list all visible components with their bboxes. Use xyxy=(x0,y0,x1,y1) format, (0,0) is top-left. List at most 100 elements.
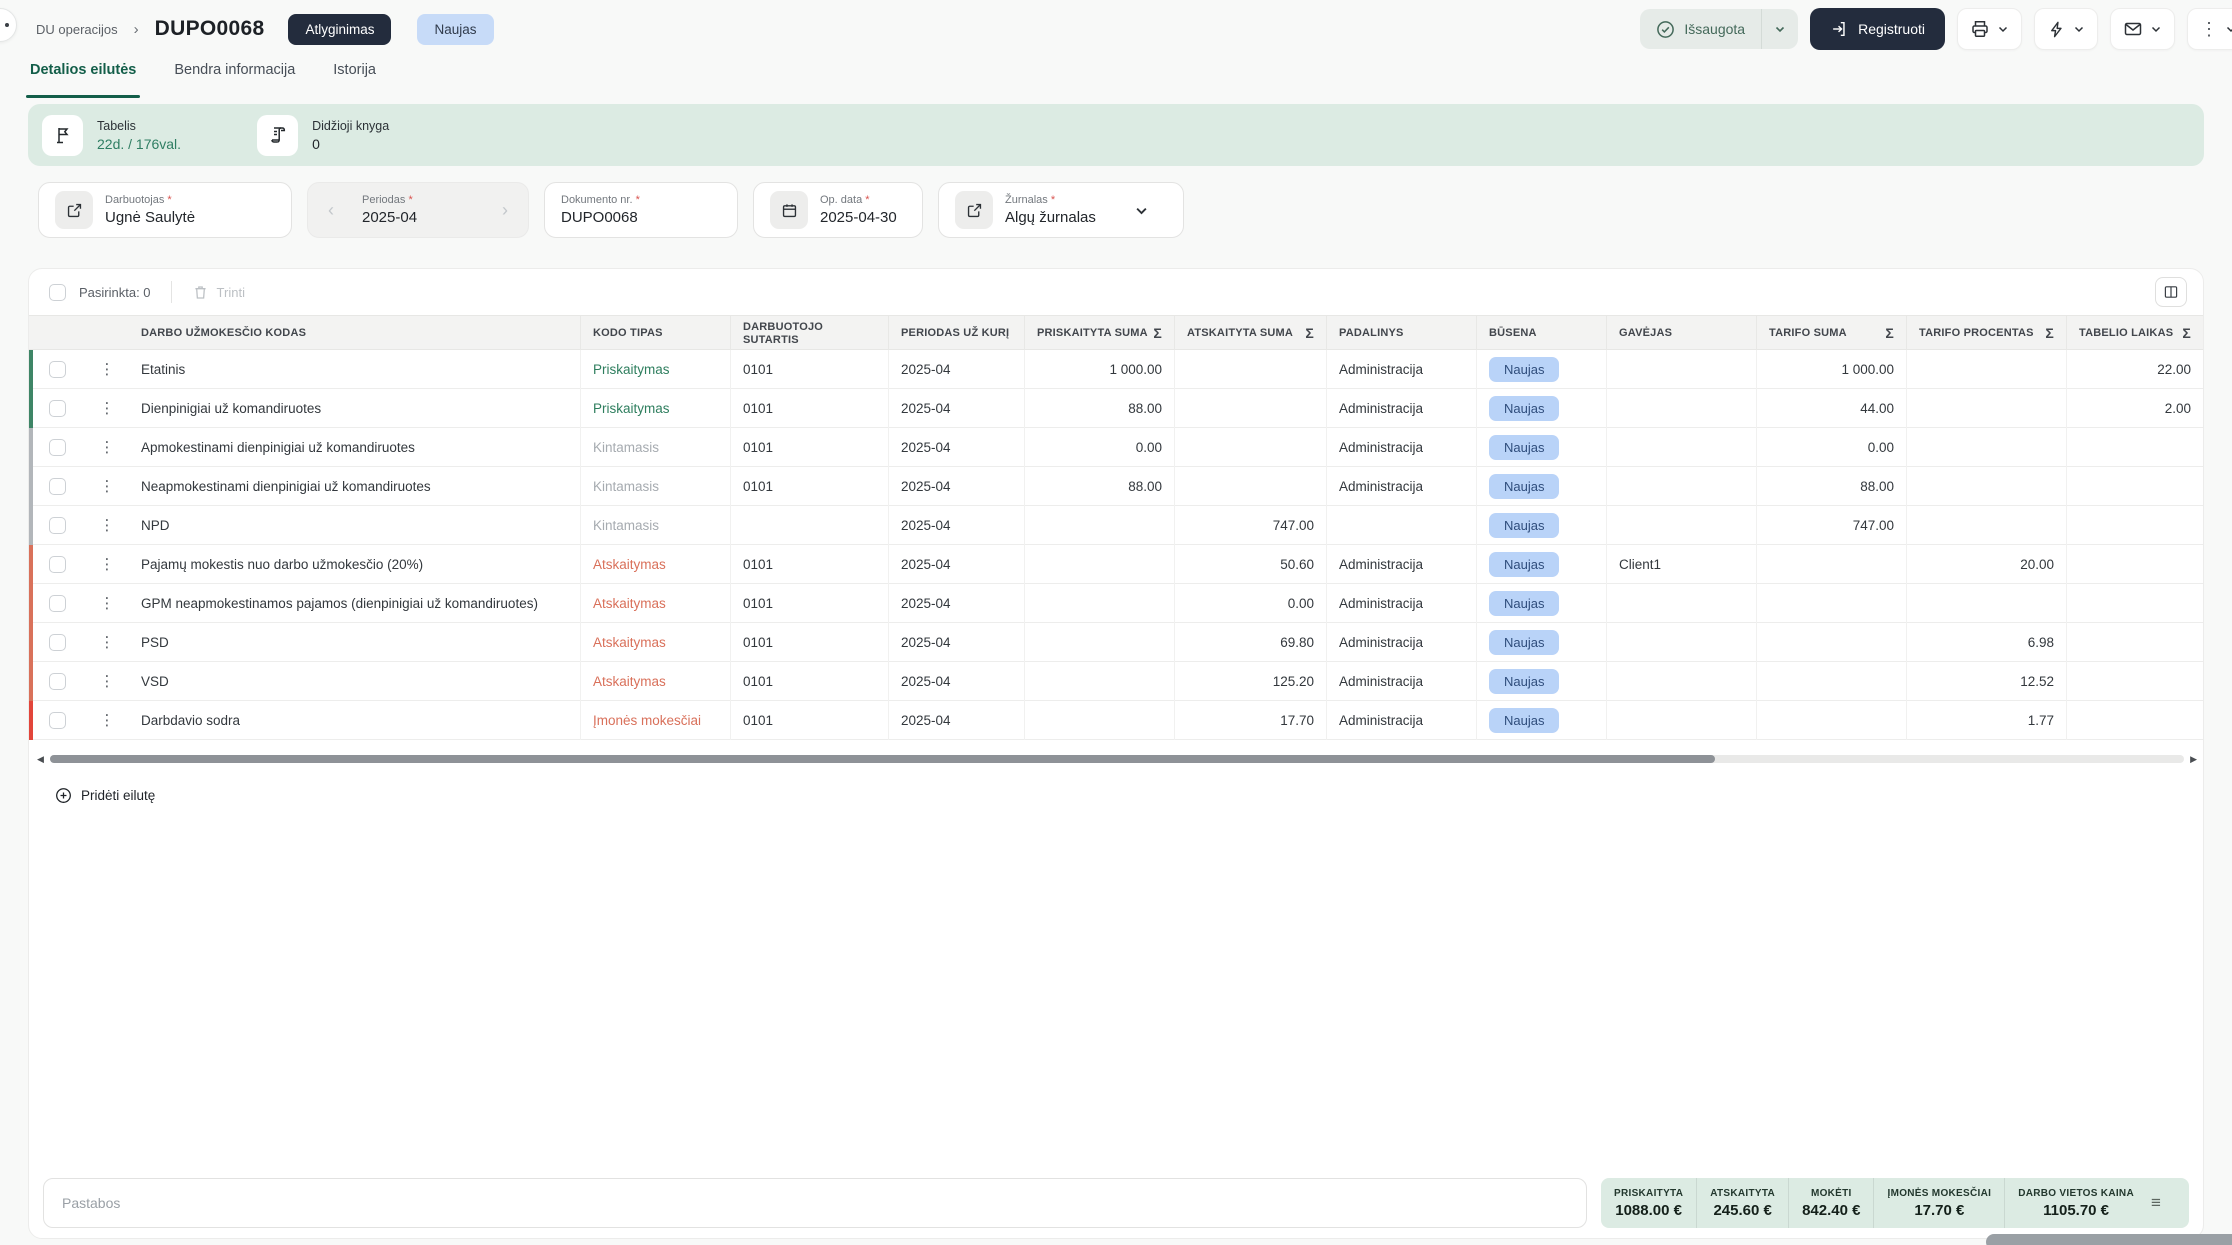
tab-detalios-eilutes[interactable]: Detalios eilutės xyxy=(30,62,136,98)
row-checkbox[interactable] xyxy=(49,439,66,456)
row-checkbox[interactable] xyxy=(49,400,66,417)
header-darbo-uzmokescio-kodas[interactable]: DARBO UŽMOKESČIO KODAS xyxy=(129,316,581,351)
notes-input[interactable] xyxy=(43,1178,1587,1228)
table-row[interactable]: ⋮ Dienpinigiai už komandiruotes Priskait… xyxy=(29,389,2203,428)
cell-code-name[interactable]: Pajamų mokestis nuo darbo užmokesčio (20… xyxy=(129,545,581,584)
saved-chevron-button[interactable] xyxy=(1762,23,1798,35)
row-checkbox[interactable] xyxy=(49,361,66,378)
external-link-icon[interactable] xyxy=(955,191,993,229)
cell-code-name[interactable]: Neapmokestinami dienpinigiai už komandir… xyxy=(129,467,581,506)
row-menu-kebab-icon[interactable]: ⋮ xyxy=(100,401,115,416)
sum-icon[interactable]: Σ xyxy=(1885,325,1894,341)
row-checkbox[interactable] xyxy=(49,517,66,534)
header-periodas-uz-kuri[interactable]: PERIODAS UŽ KURĮ xyxy=(889,316,1025,351)
scrollbar-track[interactable] xyxy=(50,755,2184,763)
row-checkbox[interactable] xyxy=(49,595,66,612)
row-checkbox[interactable] xyxy=(49,478,66,495)
row-menu-kebab-icon[interactable]: ⋮ xyxy=(100,518,115,533)
saved-split-button[interactable]: Išsaugota xyxy=(1640,9,1798,49)
scroll-left-icon[interactable]: ◀ xyxy=(37,755,44,764)
field-value[interactable]: Ugnė Saulytė xyxy=(105,209,195,226)
row-menu-kebab-icon[interactable]: ⋮ xyxy=(100,440,115,455)
totals-menu-icon[interactable]: ≡ xyxy=(2147,1178,2171,1228)
row-menu-kebab-icon[interactable]: ⋮ xyxy=(100,557,115,572)
row-menu-kebab-icon[interactable]: ⋮ xyxy=(100,596,115,611)
header-atskaityta-suma[interactable]: ATSKAITYTA SUMAΣ xyxy=(1175,316,1327,351)
row-menu-kebab-icon[interactable]: ⋮ xyxy=(100,713,115,728)
header-busena[interactable]: BŪSENA xyxy=(1477,316,1607,351)
field-value[interactable]: 2025-04 xyxy=(362,209,486,226)
add-row-button[interactable]: Pridėti eilutę xyxy=(55,787,155,804)
calendar-icon[interactable] xyxy=(770,191,808,229)
field-darbuotojas[interactable]: Darbuotojas * Ugnė Saulytė xyxy=(38,182,292,238)
cell-code-name[interactable]: Dienpinigiai už komandiruotes xyxy=(129,389,581,428)
summary-card-tabelis[interactable]: Tabelis 22d. / 176val. xyxy=(42,115,181,156)
cell-code-name[interactable]: Darbdavio sodra xyxy=(129,701,581,740)
summary-card-value: 0 xyxy=(312,136,389,152)
header-tarifo-suma[interactable]: TARIFO SUMAΣ xyxy=(1757,316,1907,351)
tab-bendra-informacija[interactable]: Bendra informacija xyxy=(174,62,295,98)
header-padalinys[interactable]: PADALINYS xyxy=(1327,316,1477,351)
sum-icon[interactable]: Σ xyxy=(2045,325,2054,341)
table-row[interactable]: ⋮ Etatinis Priskaitymas 0101 2025-04 1 0… xyxy=(29,350,2203,389)
table-row[interactable]: ⋮ Darbdavio sodra Įmonės mokesčiai 0101 … xyxy=(29,701,2203,740)
row-checkbox[interactable] xyxy=(49,712,66,729)
external-link-icon[interactable] xyxy=(55,191,93,229)
quick-actions-button[interactable] xyxy=(2034,8,2098,50)
breadcrumb[interactable]: DU operacijos xyxy=(36,22,118,37)
scrollbar-thumb[interactable] xyxy=(50,755,1715,763)
header-priskaityta-suma[interactable]: PRISKAITYTA SUMAΣ xyxy=(1025,316,1175,351)
email-button[interactable] xyxy=(2110,8,2175,50)
table-row[interactable]: ⋮ PSD Atskaitymas 0101 2025-04 69.80 Adm… xyxy=(29,623,2203,662)
sum-icon[interactable]: Σ xyxy=(2182,325,2191,341)
select-all-checkbox[interactable] xyxy=(49,284,66,301)
journal-dropdown-chevron[interactable] xyxy=(1134,203,1149,218)
horizontal-scrollbar[interactable]: ◀ ▶ xyxy=(37,753,2197,765)
table-row[interactable]: ⋮ Neapmokestinami dienpinigiai už komand… xyxy=(29,467,2203,506)
table-row[interactable]: ⋮ NPD Kintamasis 2025-04 747.00 Naujas 7… xyxy=(29,506,2203,545)
period-prev-button[interactable]: ‹ xyxy=(324,200,338,221)
header-darbuotojo-sutartis[interactable]: DARBUOTOJO SUTARTIS xyxy=(731,316,889,351)
period-next-button[interactable]: › xyxy=(498,200,512,221)
table-row[interactable]: ⋮ Pajamų mokestis nuo darbo užmokesčio (… xyxy=(29,545,2203,584)
row-checkbox[interactable] xyxy=(49,634,66,651)
row-checkbox[interactable] xyxy=(49,673,66,690)
register-button[interactable]: Registruoti xyxy=(1810,8,1945,50)
summary-card-didzioji-knyga[interactable]: Didžioji knyga 0 xyxy=(257,115,389,156)
field-value[interactable]: 2025-04-30 xyxy=(820,209,897,226)
field-dokumento-nr[interactable]: Dokumento nr. * DUPO0068 xyxy=(544,182,738,238)
sum-icon[interactable]: Σ xyxy=(1153,325,1162,341)
row-menu-kebab-icon[interactable]: ⋮ xyxy=(100,362,115,377)
table-row[interactable]: ⋮ VSD Atskaitymas 0101 2025-04 125.20 Ad… xyxy=(29,662,2203,701)
more-actions-button[interactable]: ⋮ xyxy=(2187,8,2232,50)
table-row[interactable]: ⋮ Apmokestinami dienpinigiai už komandir… xyxy=(29,428,2203,467)
row-menu-kebab-icon[interactable]: ⋮ xyxy=(100,635,115,650)
scroll-right-icon[interactable]: ▶ xyxy=(2190,755,2197,764)
cell-code-name[interactable]: Apmokestinami dienpinigiai už komandiruo… xyxy=(129,428,581,467)
cell-code-name[interactable]: Etatinis xyxy=(129,350,581,389)
field-zurnalas[interactable]: Žurnalas * Algų žurnalas xyxy=(938,182,1184,238)
header-kodo-tipas[interactable]: KODO TIPAS xyxy=(581,316,731,351)
delete-button[interactable]: Trinti xyxy=(192,284,245,301)
field-value[interactable]: Algų žurnalas xyxy=(1005,209,1096,226)
header-tarifo-procentas[interactable]: TARIFO PROCENTASΣ xyxy=(1907,316,2067,351)
cell-code-name[interactable]: PSD xyxy=(129,623,581,662)
tab-istorija[interactable]: Istorija xyxy=(333,62,376,98)
summary-card-value[interactable]: 22d. / 176val. xyxy=(97,136,181,152)
cell-department: Administracija xyxy=(1327,389,1477,428)
sum-icon[interactable]: Σ xyxy=(1305,325,1314,341)
field-periodas[interactable]: ‹ Periodas * 2025-04 › xyxy=(307,182,529,238)
print-button[interactable] xyxy=(1957,8,2022,50)
header-gavejas[interactable]: GAVĖJAS xyxy=(1607,316,1757,351)
field-op-data[interactable]: Op. data * 2025-04-30 xyxy=(753,182,923,238)
column-settings-button[interactable] xyxy=(2155,277,2187,307)
row-checkbox[interactable] xyxy=(49,556,66,573)
row-menu-kebab-icon[interactable]: ⋮ xyxy=(100,479,115,494)
field-value[interactable]: DUPO0068 xyxy=(561,209,640,226)
table-row[interactable]: ⋮ GPM neapmokestinamos pajamos (dienpini… xyxy=(29,584,2203,623)
cell-code-name[interactable]: NPD xyxy=(129,506,581,545)
row-menu-kebab-icon[interactable]: ⋮ xyxy=(100,674,115,689)
header-tabelio-laikas[interactable]: TABELIO LAIKASΣ xyxy=(2067,316,2203,351)
cell-code-name[interactable]: GPM neapmokestinamos pajamos (dienpinigi… xyxy=(129,584,581,623)
cell-code-name[interactable]: VSD xyxy=(129,662,581,701)
